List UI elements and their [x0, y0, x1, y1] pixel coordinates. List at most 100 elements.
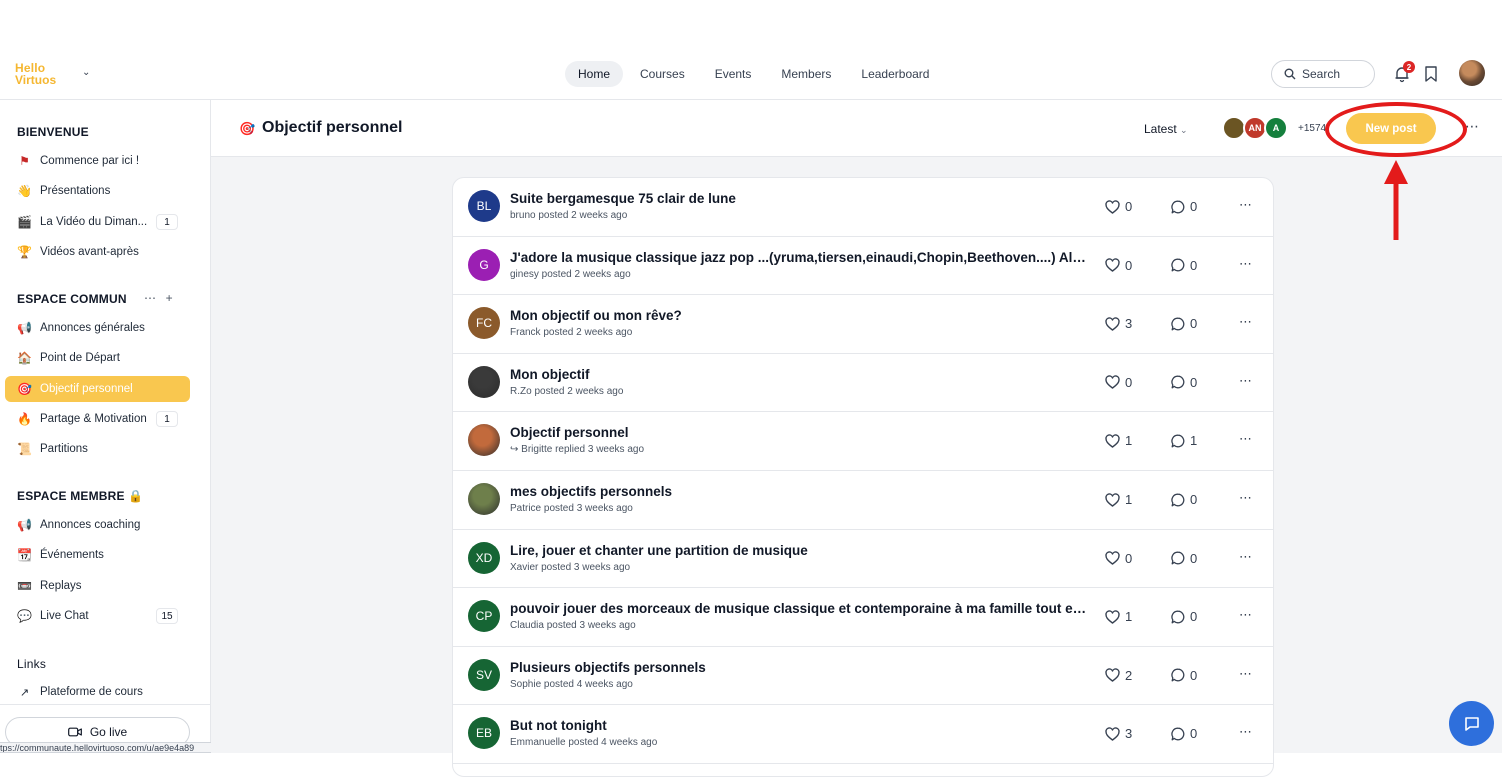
- member-avatars[interactable]: AN A: [1222, 116, 1288, 140]
- comment-button[interactable]: 1: [1171, 433, 1197, 448]
- tab-members[interactable]: Members: [768, 61, 844, 87]
- comment-button[interactable]: 0: [1171, 726, 1197, 741]
- post-author-avatar[interactable]: [468, 365, 500, 398]
- post-row[interactable]: FC Mon objectif ou mon rêve? Franck posted…: [453, 295, 1273, 354]
- post-more-icon[interactable]: ⋯: [1239, 724, 1253, 740]
- post-author-avatar[interactable]: XD: [468, 541, 500, 574]
- post-author-avatar[interactable]: SV: [468, 658, 500, 691]
- search-button[interactable]: Search: [1271, 60, 1375, 88]
- post-row[interactable]: CP pouvoir jouer des morceaux de musique …: [453, 588, 1273, 647]
- sidebar-item-partage-motivation[interactable]: 🔥 Partage & Motivation 1: [5, 406, 190, 432]
- comment-button[interactable]: 0: [1171, 551, 1197, 566]
- post-row[interactable]: BL Suite bergamesque 75 clair de lune brun…: [453, 178, 1273, 237]
- post-title[interactable]: Plusieurs objectifs personnels: [510, 660, 1088, 675]
- tab-leaderboard[interactable]: Leaderboard: [848, 61, 942, 87]
- post-more-icon[interactable]: ⋯: [1239, 607, 1253, 623]
- sidebar-item-presentations[interactable]: 👋 Présentations: [5, 178, 190, 204]
- post-row[interactable]: G J'adore la musique classique jazz pop .…: [453, 237, 1273, 296]
- comment-button[interactable]: 0: [1171, 668, 1197, 683]
- post-author-avatar[interactable]: BL: [468, 190, 500, 222]
- like-count: 0: [1125, 374, 1133, 390]
- post-author-avatar[interactable]: CP: [468, 600, 500, 633]
- post-more-icon[interactable]: ⋯: [1239, 314, 1253, 330]
- like-button[interactable]: 1: [1105, 433, 1132, 448]
- comment-button[interactable]: 0: [1171, 258, 1197, 273]
- post-more-icon[interactable]: ⋯: [1239, 256, 1253, 272]
- post-title[interactable]: pouvoir jouer des morceaux de musique cl…: [510, 601, 1088, 616]
- like-button[interactable]: 1: [1105, 492, 1132, 507]
- film-icon: 📼: [17, 579, 32, 593]
- post-more-icon[interactable]: ⋯: [1239, 197, 1253, 213]
- post-title[interactable]: Mon objectif ou mon rêve?: [510, 308, 1088, 323]
- post-title[interactable]: mes objectifs personnels: [510, 484, 1088, 499]
- like-button[interactable]: 0: [1105, 375, 1132, 390]
- sidebar-item-replays[interactable]: 📼 Replays: [5, 573, 190, 599]
- section-title-bienvenue: BIENVENUE: [17, 125, 89, 139]
- post-author-avatar[interactable]: EB: [468, 717, 500, 750]
- comment-button[interactable]: 0: [1171, 199, 1197, 214]
- sheet-music-icon: 📜: [17, 442, 32, 456]
- chevron-down-icon[interactable]: ⌄: [82, 67, 90, 78]
- tab-courses[interactable]: Courses: [627, 61, 698, 87]
- post-title[interactable]: But not tonight: [510, 718, 1088, 733]
- post-meta: Patrice posted 3 weeks ago: [510, 503, 633, 514]
- like-button[interactable]: 0: [1105, 258, 1132, 273]
- like-button[interactable]: 0: [1105, 551, 1132, 566]
- sidebar-item-videos-avant-apres[interactable]: 🏆 Vidéos avant-après: [5, 239, 190, 265]
- sort-dropdown[interactable]: Latest ⌄: [1144, 122, 1188, 136]
- post-row[interactable]: XD Lire, jouer et chanter une partition d…: [453, 530, 1273, 589]
- heart-icon: [1105, 199, 1120, 214]
- user-avatar[interactable]: [1459, 60, 1485, 86]
- post-row[interactable]: EB But not tonight Emmanuelle posted 4 wee…: [453, 705, 1273, 764]
- sidebar-item-commence[interactable]: ⚑ Commence par ici !: [5, 148, 190, 174]
- sidebar-item-annonces-generales[interactable]: 📢 Annonces générales: [5, 315, 190, 341]
- comment-button[interactable]: 0: [1171, 492, 1197, 507]
- brand-logo[interactable]: Hello Virtuos: [15, 62, 79, 88]
- post-meta: Emmanuelle posted 4 weeks ago: [510, 737, 657, 748]
- sidebar-item-plateforme-de-cours[interactable]: ↗ Plateforme de cours: [5, 679, 190, 705]
- sidebar-item-video-dimanche[interactable]: 🎬 La Vidéo du Diman... 1: [5, 209, 190, 235]
- comment-button[interactable]: 0: [1171, 609, 1197, 624]
- like-button[interactable]: 0: [1105, 199, 1132, 214]
- sidebar-item-live-chat[interactable]: 💬 Live Chat 15: [5, 603, 190, 629]
- comment-button[interactable]: 0: [1171, 316, 1197, 331]
- tab-events[interactable]: Events: [702, 61, 765, 87]
- post-more-icon[interactable]: ⋯: [1239, 373, 1253, 389]
- post-author-avatar[interactable]: FC: [468, 307, 500, 340]
- post-title[interactable]: J'adore la musique classique jazz pop ..…: [510, 250, 1088, 265]
- like-button[interactable]: 1: [1105, 609, 1132, 624]
- post-title[interactable]: Mon objectif: [510, 367, 1088, 382]
- post-more-icon[interactable]: ⋯: [1239, 431, 1253, 447]
- post-meta-text: Sophie posted 4 weeks ago: [510, 678, 633, 690]
- post-more-icon[interactable]: ⋯: [1239, 549, 1253, 565]
- tab-home[interactable]: Home: [565, 61, 624, 87]
- post-more-icon[interactable]: ⋯: [1239, 490, 1253, 506]
- sidebar-item-partitions[interactable]: 📜 Partitions: [5, 436, 190, 462]
- main-tabs: Home Courses Events Members Leaderboard: [565, 61, 942, 87]
- post-more-icon[interactable]: ⋯: [1239, 666, 1253, 682]
- video-camera-icon: [67, 727, 82, 737]
- like-button[interactable]: 2: [1105, 668, 1132, 683]
- like-button[interactable]: 3: [1105, 316, 1132, 331]
- post-title[interactable]: Objectif personnel: [510, 425, 1088, 440]
- sidebar-item-annonces-coaching[interactable]: 📢 Annonces coaching: [5, 512, 190, 538]
- post-title[interactable]: Lire, jouer et chanter une partition de …: [510, 543, 1088, 558]
- sidebar-item-point-de-depart[interactable]: 🏠 Point de Départ: [5, 345, 190, 371]
- post-title[interactable]: Suite bergamesque 75 clair de lune: [510, 191, 1088, 206]
- chat-button[interactable]: [1449, 701, 1494, 746]
- more-icon[interactable]: ⋯: [144, 291, 157, 305]
- post-author-avatar[interactable]: [468, 424, 500, 457]
- post-row[interactable]: Mon objectif R.Zo posted 2 weeks ago 0 0 ⋯: [453, 354, 1273, 413]
- post-author-avatar[interactable]: [468, 483, 500, 515]
- comment-button[interactable]: 0: [1171, 375, 1197, 390]
- plus-icon[interactable]: +: [166, 291, 174, 305]
- post-row[interactable]: SV Plusieurs objectifs personnels Sophie p…: [453, 647, 1273, 706]
- post-author-avatar[interactable]: G: [468, 248, 500, 281]
- post-row[interactable]: Objectif personnel ↪ Brigitte replied 3 w…: [453, 412, 1273, 471]
- more-options-icon[interactable]: ⋯: [1465, 118, 1480, 135]
- sidebar-item-evenements[interactable]: 📆 Événements: [5, 542, 190, 568]
- like-button[interactable]: 3: [1105, 726, 1132, 741]
- bookmark-icon[interactable]: [1424, 66, 1438, 82]
- post-row[interactable]: mes objectifs personnels Patrice posted 3…: [453, 471, 1273, 530]
- sidebar-item-objectif-personnel[interactable]: 🎯 Objectif personnel: [5, 376, 190, 402]
